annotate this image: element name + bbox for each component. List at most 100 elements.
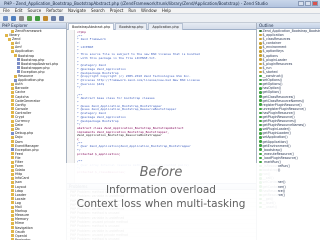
php-file-icon [17,58,20,62]
menu-item[interactable]: Window [141,8,157,13]
php-file-icon [11,131,14,135]
method-icon [259,128,262,131]
method-icon [259,119,262,123]
folder-icon [11,185,14,189]
method-icon [259,99,262,102]
window-title: PHP - Zend_Application_Bootstrap_Bootstr… [4,1,268,6]
folder-icon [11,45,14,49]
folder-icon [11,107,14,111]
menu-item[interactable]: Help [162,8,171,13]
window-controls [298,1,318,6]
folder-icon [11,111,14,115]
folder-icon [11,221,14,225]
folder-icon [11,86,14,90]
folder-icon [11,119,14,123]
caption-line-2: Context loss when multi-tasking [76,198,246,210]
folder-icon [8,37,11,41]
folder-icon [11,135,14,139]
folder-icon [11,123,14,127]
php-file-icon [17,62,20,66]
save-icon[interactable] [11,16,16,21]
folder-icon [11,189,14,193]
folder-icon [11,197,14,201]
folder-icon [11,127,14,131]
run-icon[interactable] [35,16,40,21]
menu-item[interactable]: Project [110,8,124,13]
menu-item[interactable]: File [3,8,10,13]
method-icon [259,82,262,86]
close-button[interactable] [312,1,318,6]
editor-tabs: BootstrapAbstract.php Bootstrap.php Applic… [67,23,256,30]
folder-icon [11,82,14,86]
toolbar [0,14,320,23]
field-icon [259,58,262,61]
minimize-button[interactable] [298,1,304,6]
class-icon [259,29,262,33]
method-icon [259,123,262,127]
folder-icon [11,176,14,180]
new-icon[interactable] [3,16,8,21]
method-icon [259,144,262,147]
method-icon [259,78,262,82]
print-icon[interactable] [19,16,24,21]
folder-icon [14,54,17,58]
menu-item[interactable]: Refactor [46,8,63,13]
back-icon[interactable] [51,16,56,21]
code-area[interactable]: <?php/** * Zend Framework * * LICENSE * … [77,31,255,175]
menu-item[interactable]: Navigate [68,8,86,13]
folder-icon [11,144,14,148]
caption-heading: Before [139,165,183,180]
folder-icon [11,95,14,98]
method-icon [259,95,262,98]
method-icon [259,107,262,111]
folder-icon [11,41,14,45]
title-bar: PHP - Zend_Application_Bootstrap_Bootstr… [0,0,320,8]
editor-tab[interactable]: Bootstrap.php [115,23,148,30]
php-file-icon [11,148,14,152]
folder-icon [11,152,14,156]
menu-item[interactable]: Edit [15,8,23,13]
field-icon [259,50,262,53]
caption-line-1: Information overload [106,184,216,196]
method-icon [259,140,262,143]
method-icon [259,136,262,139]
method-icon [259,132,262,135]
editor-tab[interactable]: BootstrapAbstract.php [68,23,115,30]
field-icon [259,33,262,37]
folder-icon [11,205,14,209]
method-icon [259,87,262,90]
folder-icon [11,234,14,238]
folder-icon [11,99,14,103]
field-icon [259,54,262,57]
method-icon [259,156,262,160]
php-file-icon [17,66,20,70]
php-file-icon [14,78,17,82]
folder-icon [11,180,14,184]
field-icon [259,66,262,70]
field-icon [259,46,262,49]
maximize-button[interactable] [305,1,311,6]
method-icon [259,91,262,94]
php-file-icon [17,70,20,74]
folder-icon [14,74,17,78]
menu-item[interactable]: Run [128,8,136,13]
folder-icon [11,201,14,205]
field-icon [259,70,262,74]
folder-icon [11,164,14,168]
forward-icon[interactable] [59,16,64,21]
menu-item[interactable]: Search [91,8,105,13]
line-gutter [67,30,75,183]
code-editor[interactable]: BootstrapAbstract.php Bootstrap.php Applic… [67,23,256,183]
search-icon[interactable] [43,16,48,21]
folder-icon [11,230,14,234]
folder-icon [11,29,14,33]
folder-icon [11,156,14,160]
menu-item[interactable]: Source [27,8,41,13]
debug-icon[interactable] [27,16,32,21]
field-icon [259,37,262,41]
editor-tab[interactable]: Application.php [148,23,183,30]
method-icon [259,115,262,119]
folder-icon [11,193,14,197]
folder-icon [11,103,14,107]
folder-icon [11,217,14,221]
